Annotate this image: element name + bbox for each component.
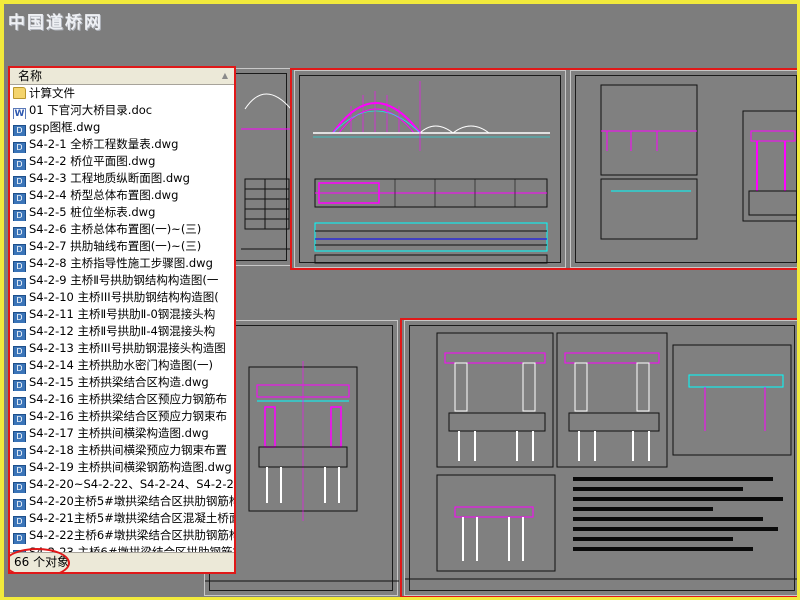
file-name: S4-2-18 主桥拱间横梁预应力钢束布置 [29, 443, 228, 457]
file-item[interactable]: D S4-2-15 主桥拱梁结合区构造.dwg [10, 374, 234, 391]
file-item[interactable]: D S4-2-21主桥5#墩拱梁结合区混凝土桥面 [10, 510, 234, 527]
file-item[interactable]: D S4-2-14 主桥拱肋水密门构造图(一) [10, 357, 234, 374]
folder-icon [13, 87, 26, 99]
file-name: S4-2-3 工程地质纵断面图.dwg [29, 171, 190, 185]
file-name: S4-2-11 主桥Ⅱ号拱肋Ⅱ-0钢混接头构 [29, 307, 216, 321]
dwg-file-icon: D [13, 278, 26, 289]
file-name: S4-2-17 主桥拱间横梁构造图.dwg [29, 426, 209, 440]
file-item[interactable]: D S4-2-17 主桥拱间横梁构造图.dwg [10, 425, 234, 442]
file-name: S4-2-16 主桥拱梁结合区预应力钢束布 [29, 409, 228, 423]
dwg-file-icon: D [13, 482, 26, 493]
dwg-file-icon: D [13, 227, 26, 238]
dwg-file-icon: D [13, 516, 26, 527]
file-item[interactable]: D S4-2-8 主桥指导性施工步骤图.dwg [10, 255, 234, 272]
file-name: S4-2-19 主桥拱间横梁钢筋构造图.dwg [29, 460, 232, 474]
file-name: S4-2-20~S4-2-22、S4-2-24、S4-2-25 [29, 477, 234, 491]
dwg-file-icon: D [13, 346, 26, 357]
file-item[interactable]: D S4-2-2 桥位平面图.dwg [10, 153, 234, 170]
dwg-file-icon: D [13, 465, 26, 476]
file-item[interactable]: D S4-2-9 主桥Ⅱ号拱肋钢结构构造图(一 [10, 272, 234, 289]
file-item[interactable]: D S4-2-6 主桥总体布置图(一)~(三) [10, 221, 234, 238]
file-name: S4-2-5 桩位坐标表.dwg [29, 205, 156, 219]
file-name: S4-2-4 桥型总体布置图.dwg [29, 188, 179, 202]
sort-arrow-icon: ▲ [221, 71, 228, 80]
dwg-file-icon: D [13, 533, 26, 544]
dwg-file-icon: D [13, 431, 26, 442]
dwg-file-icon: D [13, 210, 26, 221]
file-item[interactable]: D S4-2-4 桥型总体布置图.dwg [10, 187, 234, 204]
file-name: S4-2-16 主桥拱梁结合区预应力钢筋布 [29, 392, 228, 406]
file-name: S4-2-21主桥5#墩拱梁结合区混凝土桥面 [29, 511, 234, 525]
file-name: S4-2-1 全桥工程数量表.dwg [29, 137, 179, 151]
file-name: S4-2-23 主桥6#墩拱梁结合区拱肋钢筋构造图 [29, 545, 234, 552]
dwg-file-icon: D [13, 295, 26, 306]
file-name: S4-2-15 主桥拱梁结合区构造.dwg [29, 375, 209, 389]
file-name: S4-2-14 主桥拱肋水密门构造图(一) [29, 358, 213, 372]
dwg-file-icon: D [13, 142, 26, 153]
dwg-file-icon: D [13, 397, 26, 408]
file-name: S4-2-12 主桥Ⅱ号拱肋Ⅱ-4钢混接头构 [29, 324, 216, 338]
status-highlight-oval [10, 548, 70, 572]
file-item[interactable]: Dgsp图框.dwg [10, 119, 234, 136]
file-list: 计算文件 W 01 下官河大桥目录.doc Dgsp图框.dwg D S4-2-1 全桥工… [10, 85, 234, 552]
file-item[interactable]: D S4-2-22主桥6#墩拱梁结合区拱肋钢筋构 [10, 527, 234, 544]
highlight-frame-top [290, 68, 797, 270]
file-item[interactable]: W 01 下官河大桥目录.doc [10, 102, 234, 119]
dwg-file-icon: D [13, 448, 26, 459]
file-item[interactable]: D S4-2-11 主桥Ⅱ号拱肋Ⅱ-0钢混接头构 [10, 306, 234, 323]
dwg-file-icon: D [13, 414, 26, 425]
file-name: 计算文件 [29, 86, 75, 100]
watermark: 中国道桥网 [8, 13, 103, 33]
file-item[interactable]: D S4-2-13 主桥III号拱肋钢混接头构造图 [10, 340, 234, 357]
column-header-name[interactable]: 名称 ▲ [10, 68, 234, 85]
column-header-label: 名称 [18, 69, 43, 83]
dwg-file-icon: D [13, 125, 26, 136]
dwg-file-icon: D [13, 380, 26, 391]
dwg-file-icon: D [13, 159, 26, 170]
file-item[interactable]: D S4-2-1 全桥工程数量表.dwg [10, 136, 234, 153]
file-item[interactable]: D S4-2-10 主桥III号拱肋钢结构构造图( [10, 289, 234, 306]
file-item[interactable]: D S4-2-19 主桥拱间横梁钢筋构造图.dwg [10, 459, 234, 476]
dwg-file-icon: D [13, 261, 26, 272]
file-list-panel[interactable]: 名称 ▲ 计算文件 W 01 下官河大桥目录.doc Dgsp图框.dwg D S4-2-… [8, 66, 236, 574]
dwg-file-icon: D [13, 329, 26, 340]
dwg-file-icon: D [13, 363, 26, 374]
dwg-file-icon: D [13, 176, 26, 187]
file-name: S4-2-13 主桥III号拱肋钢混接头构造图 [29, 341, 226, 355]
dwg-file-icon: D [13, 499, 26, 510]
file-name: gsp图框.dwg [29, 120, 101, 134]
file-item[interactable]: D S4-2-20主桥5#墩拱梁结合区拱肋钢筋构 [10, 493, 234, 510]
file-item[interactable]: D S4-2-18 主桥拱间横梁预应力钢束布置 [10, 442, 234, 459]
file-item[interactable]: D S4-2-5 桩位坐标表.dwg [10, 204, 234, 221]
file-item[interactable]: 计算文件 [10, 85, 234, 102]
file-item[interactable]: D S4-2-16 主桥拱梁结合区预应力钢束布 [10, 408, 234, 425]
file-name: S4-2-8 主桥指导性施工步骤图.dwg [29, 256, 213, 270]
file-name: S4-2-7 拱肋轴线布置图(一)~(三) [29, 239, 202, 253]
word-doc-icon: W [13, 108, 26, 119]
file-item[interactable]: D S4-2-20~S4-2-22、S4-2-24、S4-2-25 [10, 476, 234, 493]
file-name: S4-2-20主桥5#墩拱梁结合区拱肋钢筋构 [29, 494, 234, 508]
file-item[interactable]: D S4-2-3 工程地质纵断面图.dwg [10, 170, 234, 187]
dwg-file-icon: D [13, 193, 26, 204]
file-item[interactable]: D S4-2-16 主桥拱梁结合区预应力钢筋布 [10, 391, 234, 408]
dwg-file-icon: D [13, 312, 26, 323]
file-item[interactable]: D S4-2-12 主桥Ⅱ号拱肋Ⅱ-4钢混接头构 [10, 323, 234, 340]
file-name: S4-2-10 主桥III号拱肋钢结构构造图( [29, 290, 219, 304]
file-name: 01 下官河大桥目录.doc [29, 103, 153, 117]
cad-preview-window: 中国道桥网 名称 ▲ 计算文件 W 01 下官河大桥目录.doc D gsp图框… [4, 4, 797, 597]
file-item[interactable]: D S4-2-7 拱肋轴线布置图(一)~(三) [10, 238, 234, 255]
file-name: S4-2-2 桥位平面图.dwg [29, 154, 156, 168]
file-name: S4-2-6 主桥总体布置图(一)~(三) [29, 222, 202, 236]
file-name: S4-2-22主桥6#墩拱梁结合区拱肋钢筋构 [29, 528, 234, 542]
file-name: S4-2-9 主桥Ⅱ号拱肋钢结构构造图(一 [29, 273, 219, 287]
highlight-frame-bottom-right [400, 318, 797, 597]
dwg-file-icon: D [13, 244, 26, 255]
